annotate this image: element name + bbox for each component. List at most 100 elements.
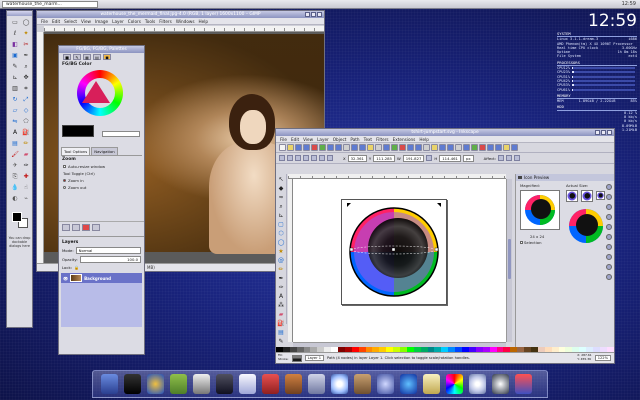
command-button-1[interactable] <box>279 144 286 151</box>
command-button-30[interactable] <box>511 144 518 151</box>
layer-opacity-input[interactable]: 100.0 <box>79 256 141 263</box>
star-icon[interactable]: ★ <box>277 248 285 255</box>
pencil-tool-icon[interactable]: ✏ <box>277 266 285 273</box>
dock-media-icon[interactable] <box>400 374 417 394</box>
rotate-ccw-icon[interactable] <box>287 155 293 161</box>
ellipse-tool-icon[interactable]: ◯ <box>277 239 285 246</box>
dock-trash-icon[interactable] <box>515 374 532 394</box>
command-button-11[interactable] <box>359 144 366 151</box>
zoom-out-option[interactable]: Zoom out <box>59 184 144 191</box>
dock-browser-icon[interactable] <box>147 374 164 394</box>
text-tool-icon[interactable]: A <box>277 293 285 300</box>
paths-edit-icon[interactable]: ⌁ <box>21 194 31 204</box>
command-button-4[interactable] <box>303 144 310 151</box>
side-button-3[interactable] <box>606 204 612 210</box>
brush-tab-icon[interactable]: ✎ <box>73 54 81 60</box>
inkscape-menu-filters[interactable]: Filters <box>376 137 389 142</box>
inkscape-menu-text[interactable]: Text <box>364 137 372 142</box>
airbrush-icon[interactable]: ✈ <box>10 161 20 171</box>
fill-stroke-indicator[interactable] <box>291 354 302 362</box>
taskbar-item-gimp[interactable]: waterhouse_the_marm... <box>2 0 98 8</box>
restore-options-button[interactable] <box>72 224 80 231</box>
paths-icon[interactable]: ✒ <box>21 51 31 61</box>
affect-gradient-icon[interactable] <box>514 155 521 161</box>
rect-select-icon[interactable]: ▭ <box>10 18 20 28</box>
inkscape-titlebar[interactable]: tshirt-jumpstart.svg - Inkscape <box>276 129 614 136</box>
gimp-menu-edit[interactable]: Edit <box>52 19 60 24</box>
blur-icon[interactable]: 💧 <box>10 183 20 193</box>
gimp-image-titlebar[interactable]: waterhouse_the_mermaid_final.jpg-4.0 (RG… <box>37 11 324 18</box>
perspective-icon[interactable]: ◇ <box>21 106 31 116</box>
gimp-menu-view[interactable]: View <box>81 19 91 24</box>
rotate-cw-icon[interactable] <box>295 155 301 161</box>
inkscape-menu-object[interactable]: Object <box>333 137 347 142</box>
zoom-field[interactable]: 122% <box>594 355 611 361</box>
dock-dvd-icon[interactable] <box>469 374 486 394</box>
side-button-7[interactable] <box>606 244 612 250</box>
command-button-24[interactable] <box>463 144 470 151</box>
dock-disc-icon[interactable] <box>331 374 348 394</box>
side-button-6[interactable] <box>606 234 612 240</box>
foreground-swatch[interactable] <box>62 125 94 137</box>
smudge-icon[interactable]: ☝ <box>21 183 31 193</box>
bucket-fill-icon[interactable]: ⛽ <box>21 128 31 138</box>
close-button[interactable] <box>317 12 322 17</box>
dock-settings-icon[interactable] <box>377 374 394 394</box>
inkscape-page[interactable] <box>341 199 447 305</box>
height-input[interactable]: 114.461 <box>439 154 461 162</box>
command-button-10[interactable] <box>351 144 358 151</box>
side-button-5[interactable] <box>606 224 612 230</box>
calligraphy-icon[interactable]: ✑ <box>277 284 285 291</box>
maximize-button[interactable] <box>311 12 316 17</box>
spray-icon[interactable]: ⁂ <box>277 302 285 309</box>
dock-pen-icon[interactable] <box>193 374 210 394</box>
actual-size-16[interactable] <box>566 190 578 202</box>
x-coordinate-input[interactable]: 32.361 <box>347 154 367 162</box>
inkscape-menu-extensions[interactable]: Extensions <box>393 137 416 142</box>
select-all-icon[interactable] <box>279 155 285 161</box>
dock-note-icon[interactable] <box>423 374 440 394</box>
bucket-icon[interactable]: ⛽ <box>277 320 285 327</box>
affect-stroke-icon[interactable] <box>498 155 505 161</box>
tab-navigation[interactable]: Navigation <box>91 147 118 155</box>
command-button-16[interactable] <box>399 144 406 151</box>
dock-terminal-icon[interactable] <box>124 374 141 394</box>
dock-files-icon[interactable] <box>170 374 187 394</box>
command-button-9[interactable] <box>343 144 350 151</box>
side-button-2[interactable] <box>606 194 612 200</box>
actual-size-48[interactable] <box>566 206 606 246</box>
color-select-icon[interactable]: ◧ <box>10 40 20 50</box>
auto-resize-checkbox[interactable] <box>63 165 66 168</box>
eraser-icon[interactable]: ▰ <box>21 150 31 160</box>
inkscape-menu-help[interactable]: Help <box>419 137 429 142</box>
gimp-menu-image[interactable]: Image <box>95 19 108 24</box>
gimp-toolbox[interactable]: ▭ ◯ ℓ ✦ ◧ ✂ ▣ ✒ ✎ ⌕ ⊾ ✥ ▥ ⌗ ↻ ⤢ ▱ ◇ ⇋ ⬠ A ⛽ ▤ ✏ 🖌 ▰ ✈ ✑ ⎘ ✚ 💧 ☝ ◐ ⌁ You c… <box>6 10 33 328</box>
spiral-icon[interactable]: @ <box>277 257 285 264</box>
crop-icon[interactable]: ⌗ <box>21 84 31 94</box>
palette-tab-icon[interactable]: ◼ <box>103 54 111 60</box>
reset-options-button[interactable] <box>92 224 100 231</box>
flip-icon[interactable]: ⇋ <box>10 117 20 127</box>
command-button-12[interactable] <box>367 144 374 151</box>
fg-bg-colors[interactable] <box>10 210 29 232</box>
gradient-icon[interactable]: ▤ <box>10 139 20 149</box>
layer-mode-select[interactable]: Normal <box>75 247 141 254</box>
side-button-10[interactable] <box>606 274 612 280</box>
minimize-button[interactable] <box>595 130 600 135</box>
background-swatch[interactable] <box>102 131 140 137</box>
dock-inkscape-icon[interactable] <box>492 374 509 394</box>
inkscape-menu-layer[interactable]: Layer <box>317 137 329 142</box>
clone-icon[interactable]: ⎘ <box>10 172 20 182</box>
inkscape-menu-file[interactable]: File <box>280 137 287 142</box>
color-picker-icon[interactable]: ✎ <box>10 62 20 72</box>
actual-size-8[interactable] <box>596 191 605 200</box>
dropper-icon[interactable]: ✎ <box>277 338 285 345</box>
flip-horizontal-icon[interactable] <box>303 155 309 161</box>
selector-icon[interactable]: ↖ <box>277 176 285 183</box>
layer-row-background[interactable]: 👁 Background <box>61 273 142 283</box>
command-button-27[interactable] <box>487 144 494 151</box>
eraser-tool-icon[interactable]: ▰ <box>277 311 285 318</box>
paintbrush-icon[interactable]: 🖌 <box>10 150 20 160</box>
gimp-menu-colors[interactable]: Colors <box>128 19 141 24</box>
command-button-18[interactable] <box>415 144 422 151</box>
